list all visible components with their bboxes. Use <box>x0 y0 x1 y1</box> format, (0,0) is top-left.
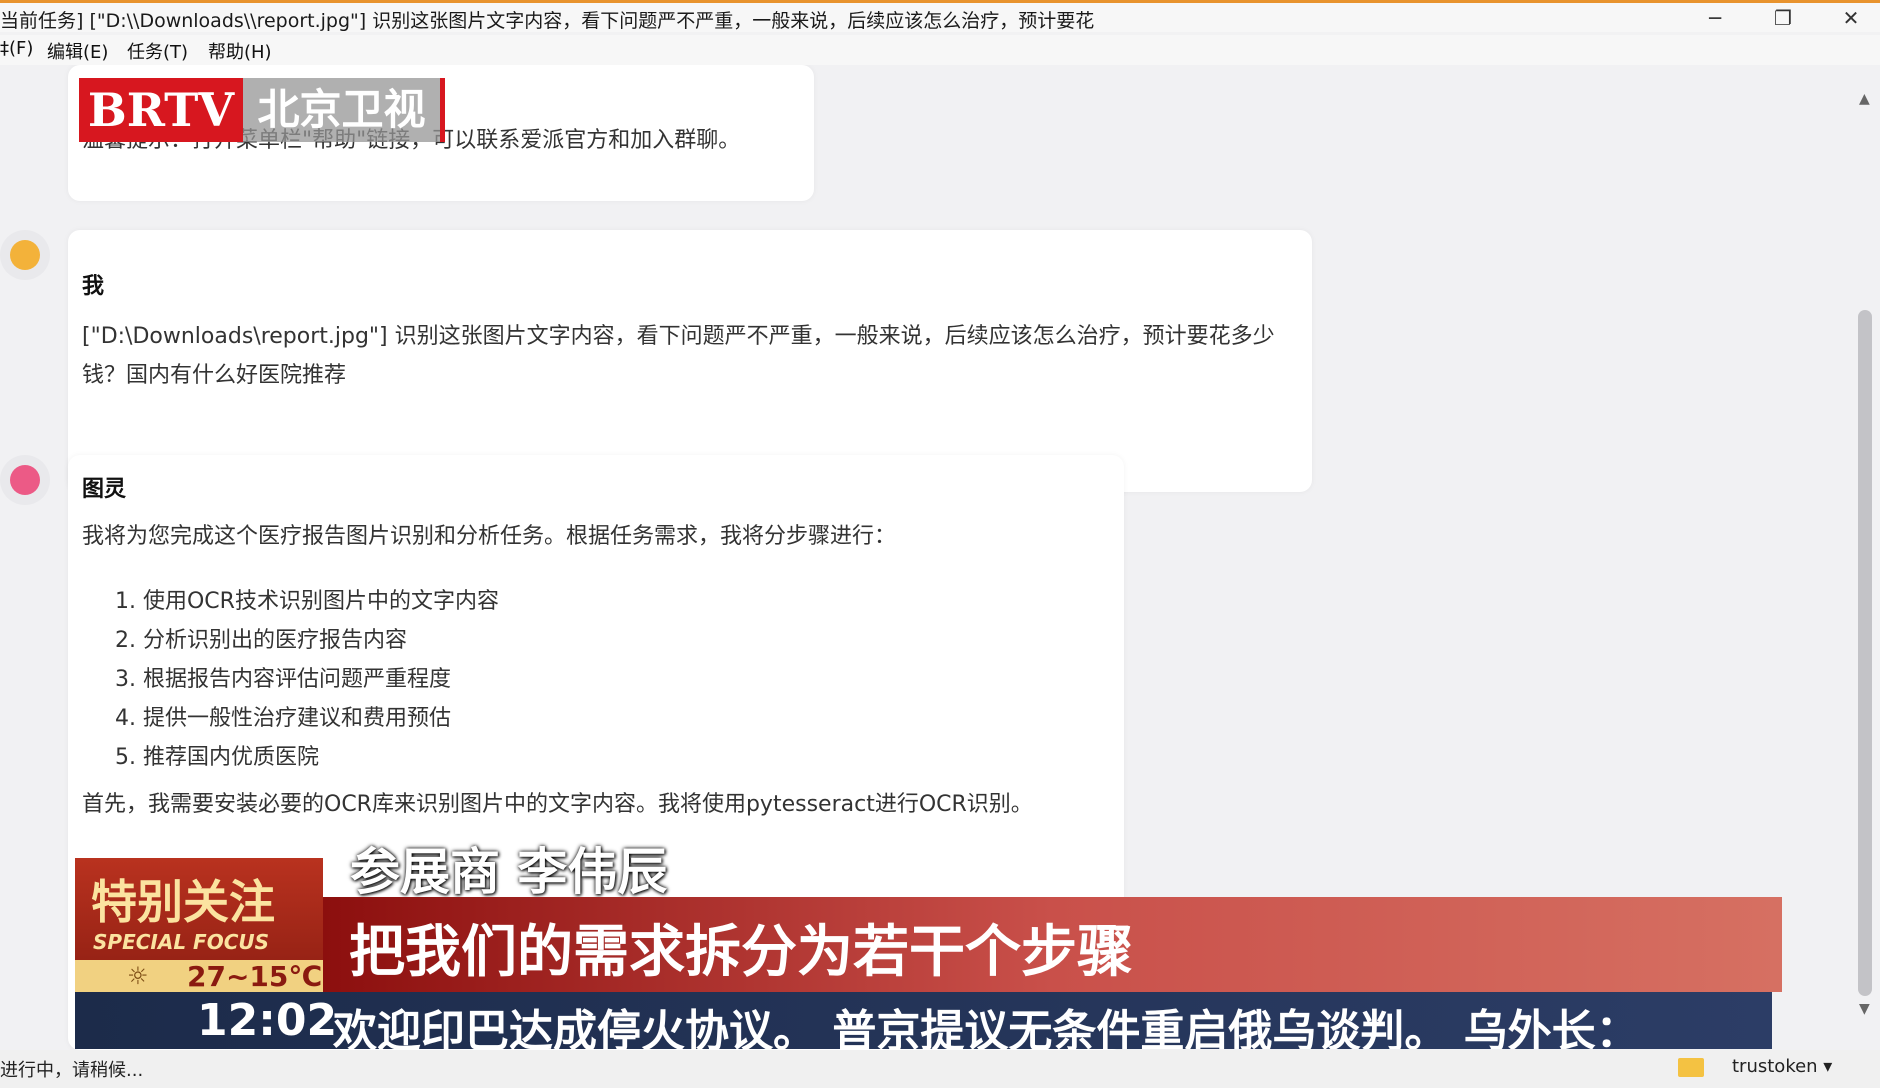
list-item: 3. 根据报告内容评估问题严重程度 <box>115 667 451 692</box>
list-item: 4. 提供一般性治疗建议和费用预估 <box>115 706 451 731</box>
news-ticker: 12:02 欢迎印巴达成停火协议。 普京提议无条件重启俄乌谈判。 乌外长： <box>75 992 1772 1049</box>
program-banner: 特别关注 SPECIAL FOCUS ☼ 27~15℃ <box>75 858 323 993</box>
menu-task[interactable]: 任务(T) <box>127 38 188 64</box>
scroll-down-arrow-icon[interactable]: ▼ <box>1859 1001 1870 1017</box>
user-message-text: ["D:\Downloads\report.jpg"] 识别这张图片文字内容，看… <box>82 324 1275 388</box>
sun-icon: ☼ <box>127 962 149 990</box>
user-face-icon <box>10 240 40 270</box>
list-item: 5. 推荐国内优质医院 <box>115 745 319 770</box>
program-title: 特别关注 <box>91 875 275 929</box>
channel-name: 北京卫视 <box>243 78 445 142</box>
brtv-logo-text: BRTV <box>79 78 243 142</box>
user-avatar <box>0 230 50 280</box>
status-text: 进行中，请稍候... <box>0 1060 144 1081</box>
assistant-intro: 我将为您完成这个医疗报告图片识别和分析任务。根据任务需求，我将分步骤进行： <box>82 524 897 549</box>
user-dropdown[interactable]: trustoken ▾ <box>1732 1056 1832 1077</box>
weather-temperature: 27~15℃ <box>187 960 323 993</box>
title-bar: 当前任务] ["D:\\Downloads\\report.jpg"] 识别这张… <box>0 0 1880 32</box>
channel-logo: BRTV 北京卫视 <box>79 78 445 142</box>
folder-icon[interactable] <box>1678 1058 1704 1077</box>
user-message-card: 我 ["D:\Downloads\report.jpg"] 识别这张图片文字内容… <box>68 230 1312 492</box>
assistant-avatar <box>0 455 50 505</box>
assistant-outro: 首先，我需要安装必要的OCR库来识别图片中的文字内容。我将使用pytessera… <box>82 792 1033 817</box>
menu-edit[interactable]: 编辑(E) <box>47 38 108 64</box>
brain-icon <box>10 465 40 495</box>
list-item: 2. 分析识别出的医疗报告内容 <box>115 628 407 653</box>
list-item: 1. 使用OCR技术识别图片中的文字内容 <box>115 589 499 614</box>
headline-bar: 把我们的需求拆分为若干个步骤 <box>323 897 1782 992</box>
headline-text: 把我们的需求拆分为若干个步骤 <box>349 920 1133 985</box>
close-button[interactable]: ✕ <box>1828 5 1874 31</box>
speaker-caption: 参展商 李伟辰 <box>350 843 668 901</box>
assistant-name: 图灵 <box>82 477 127 502</box>
ticker-text: 欢迎印巴达成停火协议。 普京提议无条件重启俄乌谈判。 乌外长： <box>333 1006 1640 1049</box>
status-bar: 进行中，请稍候... trustoken ▾ <box>0 1050 1880 1088</box>
minimize-button[interactable]: ─ <box>1692 5 1738 31</box>
weather-strip: ☼ 27~15℃ <box>75 960 323 993</box>
scroll-thumb[interactable] <box>1858 310 1872 996</box>
menu-help[interactable]: 帮助(H) <box>208 38 272 64</box>
ticker-time: 12:02 <box>197 995 338 1046</box>
window-title: 当前任务] ["D:\\Downloads\\report.jpg"] 识别这张… <box>0 10 1095 32</box>
vertical-scrollbar[interactable]: ▲ ▼ <box>1852 65 1880 1050</box>
program-subtitle: SPECIAL FOCUS <box>93 930 270 954</box>
user-name: 我 <box>82 274 105 299</box>
scroll-up-arrow-icon[interactable]: ▲ <box>1859 91 1870 107</box>
maximize-button[interactable]: ❐ <box>1760 5 1806 31</box>
menu-file[interactable]: ‡(F) <box>0 38 33 59</box>
menu-bar: ‡(F) 编辑(E) 任务(T) 帮助(H) <box>0 35 1880 65</box>
